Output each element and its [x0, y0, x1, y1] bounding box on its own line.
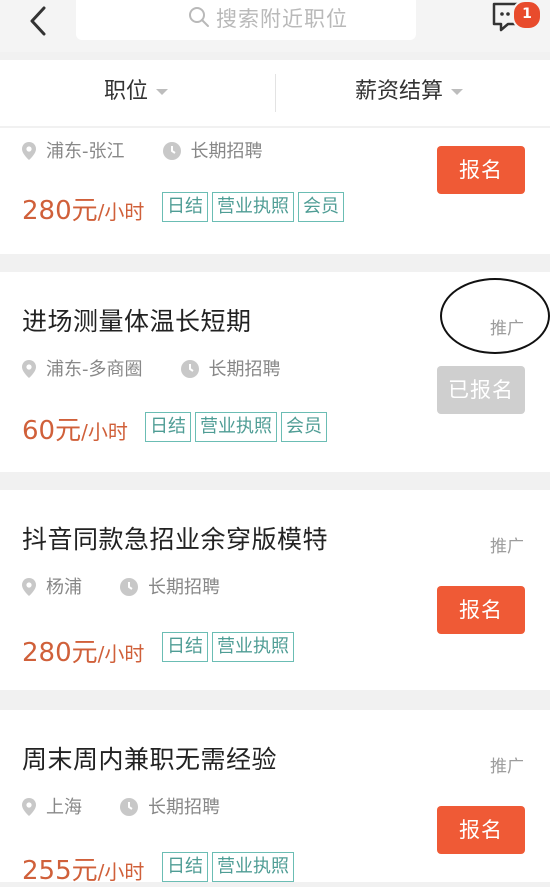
- job-location: 上海: [46, 797, 82, 818]
- dropdown-triangle-icon: [451, 89, 464, 95]
- location-pin-icon: [22, 360, 36, 378]
- job-term: 长期招聘: [190, 141, 263, 162]
- signup-button[interactable]: 报名: [437, 586, 525, 634]
- location-pin-icon: [22, 578, 36, 596]
- job-pay-unit: /小时: [97, 642, 145, 666]
- job-tag: 营业执照: [212, 192, 294, 222]
- job-tag: 日结: [145, 412, 191, 442]
- job-term: 长期招聘: [148, 577, 220, 598]
- job-tag: 营业执照: [195, 412, 277, 442]
- job-pay-amount: 60元: [22, 416, 82, 446]
- job-tag: 日结: [162, 852, 208, 882]
- message-count-badge: 1: [512, 0, 542, 30]
- job-tag: 会员: [298, 192, 344, 222]
- job-tags: 日结 营业执照 会员: [145, 412, 331, 442]
- signup-button[interactable]: 报名: [437, 146, 525, 194]
- job-pay-unit: /小时: [97, 860, 145, 884]
- job-pay: 60元/小时: [22, 410, 128, 447]
- job-pay-unit: /小时: [81, 420, 128, 444]
- search-icon: [189, 7, 209, 27]
- job-pay-unit: /小时: [97, 200, 145, 224]
- clock-icon: [120, 798, 138, 816]
- filter-salary-settlement[interactable]: 薪资结算: [355, 60, 464, 126]
- dropdown-triangle-icon: [156, 89, 169, 95]
- job-pay: 255元/小时: [22, 850, 144, 887]
- signed-up-button[interactable]: 已报名: [437, 366, 525, 414]
- job-card[interactable]: 抖音同款急招业余穿版模特 推广 杨浦 长期招聘 280元/小时 日结 营业执照 报名: [0, 490, 550, 690]
- filter-position[interactable]: 职位: [104, 60, 169, 126]
- job-title: 周末周内兼职无需经验: [22, 745, 278, 774]
- promoted-label: 推广: [490, 757, 524, 777]
- filter-position-label: 职位: [104, 79, 149, 104]
- job-pay-amount: 280元: [22, 638, 98, 668]
- filter-salary-label: 薪资结算: [355, 79, 444, 104]
- clock-icon: [180, 360, 199, 378]
- location-pin-icon: [22, 798, 36, 816]
- job-card[interactable]: 周末周内兼职无需经验 推广 上海 长期招聘 255元/小时 日结 营业执照 报名: [0, 710, 550, 886]
- back-chevron-icon[interactable]: [22, 4, 56, 38]
- job-location: 浦东-张江: [46, 141, 125, 162]
- job-location: 浦东-多商圈: [46, 359, 143, 380]
- job-tag: 日结: [162, 192, 208, 222]
- filter-divider: [275, 74, 276, 112]
- job-meta: 浦东-多商圈 长期招聘: [22, 358, 281, 382]
- filter-bar: 职位 薪资结算: [0, 60, 550, 126]
- job-term: 长期招聘: [148, 797, 220, 818]
- job-meta: 上海 长期招聘: [22, 796, 220, 820]
- job-pay: 280元/小时: [22, 190, 144, 227]
- job-tag: 营业执照: [212, 852, 294, 882]
- promoted-label: 推广: [490, 537, 524, 557]
- job-tags: 日结 营业执照 会员: [162, 192, 348, 222]
- job-card[interactable]: 浦东-张江 长期招聘 280元/小时 日结 营业执照 会员 报名: [0, 128, 550, 254]
- clock-icon: [162, 142, 181, 160]
- search-input[interactable]: 搜索附近职位: [76, 0, 416, 40]
- search-placeholder: 搜索附近职位: [216, 7, 348, 31]
- job-meta: 浦东-张江 长期招聘: [22, 140, 263, 164]
- job-term: 长期招聘: [208, 359, 281, 380]
- annotation-circle: [440, 278, 550, 354]
- signup-button[interactable]: 报名: [437, 806, 525, 854]
- job-title: 抖音同款急招业余穿版模特: [22, 525, 329, 554]
- job-tags: 日结 营业执照: [162, 632, 298, 662]
- job-pay-amount: 280元: [22, 196, 98, 226]
- job-tag: 会员: [281, 412, 327, 442]
- job-title: 进场测量体温长短期: [22, 307, 252, 336]
- location-pin-icon: [22, 142, 36, 160]
- job-location: 杨浦: [46, 577, 82, 598]
- job-meta: 杨浦 长期招聘: [22, 576, 220, 600]
- job-tag: 营业执照: [212, 632, 294, 662]
- job-tags: 日结 营业执照: [162, 852, 298, 882]
- clock-icon: [120, 578, 138, 596]
- job-pay: 280元/小时: [22, 632, 144, 669]
- top-bar: 搜索附近职位 1: [0, 0, 550, 52]
- job-tag: 日结: [162, 632, 208, 662]
